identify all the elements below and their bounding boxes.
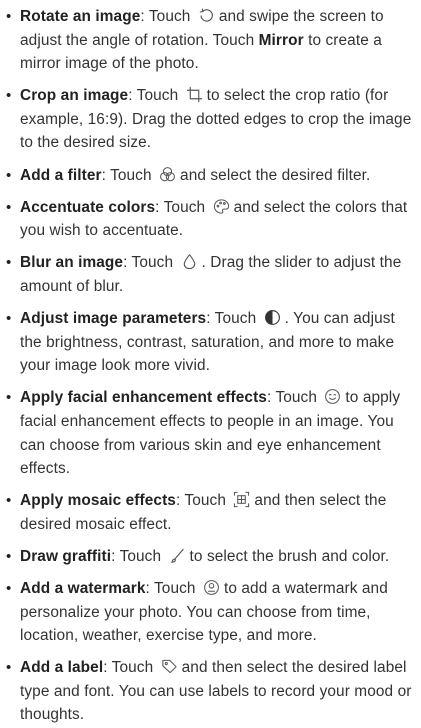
list-item-accentuate: Accentuate colors: Touch and select the …	[6, 196, 413, 243]
item-text: : Touch	[155, 198, 206, 216]
item-text: : Touch	[103, 659, 154, 677]
item-text: : Touch	[101, 166, 152, 184]
face-icon	[324, 388, 341, 405]
item-text: : Touch	[123, 254, 174, 272]
document-page: Rotate an image: Touch and swipe the scr…	[0, 0, 421, 728]
rotate-icon	[198, 7, 215, 24]
item-text: : Touch	[111, 547, 162, 565]
list-item-filter: Add a filter: Touch and select the desir…	[6, 164, 413, 188]
list-item-adjust: Adjust image parameters: Touch . You can…	[6, 307, 413, 378]
item-text: : Touch	[175, 492, 227, 510]
list-item-mosaic: Apply mosaic effects: Touch and then sel…	[6, 489, 413, 536]
list-item-blur: Blur an image: Touch . Drag the slider t…	[6, 251, 413, 298]
item-title: Blur an image	[20, 254, 124, 272]
item-text: and select the desired filter.	[180, 166, 371, 184]
item-text: : Touch	[266, 389, 318, 407]
item-title: Draw graffiti	[20, 547, 112, 565]
label-icon	[161, 658, 178, 675]
item-title: Rotate an image	[20, 8, 141, 25]
adjust-icon	[264, 309, 281, 326]
item-text: : Touch	[145, 579, 196, 597]
item-text: to select the brush and color.	[189, 547, 390, 565]
mirror-label: Mirror	[258, 31, 304, 49]
item-title: Add a watermark	[20, 579, 146, 597]
list-item-rotate: Rotate an image: Touch and swipe the scr…	[6, 5, 413, 76]
item-title: Accentuate colors	[20, 198, 156, 216]
item-text: : Touch	[140, 8, 191, 25]
mosaic-icon	[233, 491, 250, 508]
filter-icon	[159, 166, 176, 183]
item-text: : Touch	[206, 310, 257, 328]
brush-icon	[169, 547, 186, 564]
item-title: Add a label	[20, 659, 104, 677]
feature-list: Rotate an image: Touch and swipe the scr…	[6, 5, 413, 727]
list-item-label: Add a label: Touch and then select the d…	[6, 656, 413, 727]
list-item-crop: Crop an image: Touch to select the crop …	[6, 84, 413, 155]
list-item-watermark: Add a watermark: Touch to add a watermar…	[6, 577, 413, 648]
item-title: Crop an image	[20, 87, 129, 105]
crop-icon	[186, 86, 203, 103]
item-title: Add a filter	[20, 166, 102, 184]
list-item-face: Apply facial enhancement effects: Touch …	[6, 386, 413, 480]
watermark-icon	[203, 579, 220, 596]
item-title: Adjust image parameters	[20, 310, 207, 328]
item-text: : Touch	[128, 87, 179, 105]
blur-icon	[181, 253, 198, 270]
item-title: Apply facial enhancement effects	[20, 389, 267, 407]
item-title: Apply mosaic effects	[20, 492, 176, 510]
accentuate-colors-icon	[213, 198, 230, 215]
list-item-graffiti: Draw graffiti: Touch to select the brush…	[6, 545, 413, 569]
